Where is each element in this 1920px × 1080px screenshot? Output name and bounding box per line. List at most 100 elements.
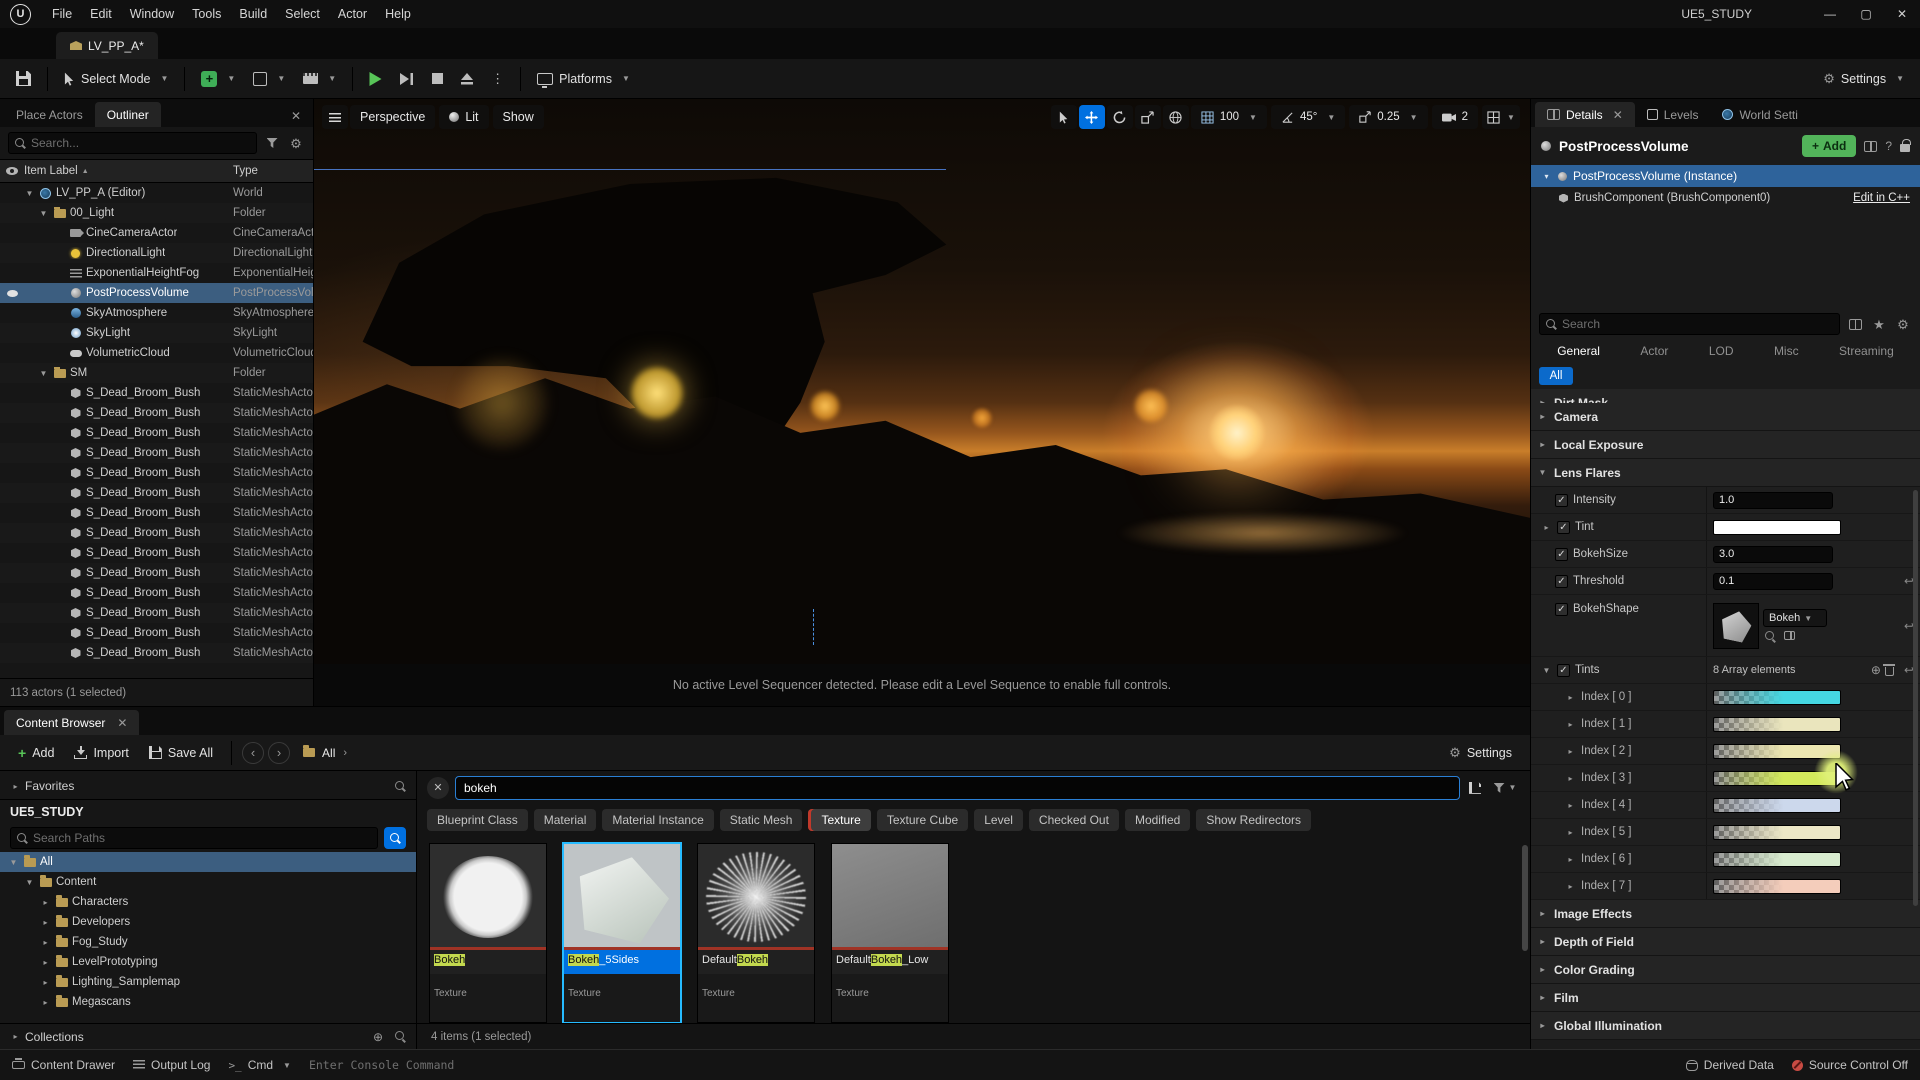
scale-tool-button[interactable] [1135, 105, 1161, 129]
outliner-row[interactable]: VolumetricCloud VolumetricCloud [0, 343, 313, 363]
tab-outliner[interactable]: Outliner [95, 102, 161, 127]
category-lens-flares[interactable]: ▼Lens Flares [1531, 459, 1920, 487]
checkbox[interactable]: ✓ [1555, 603, 1568, 616]
search-icon[interactable] [395, 1031, 406, 1042]
filter-chip[interactable]: Static Mesh [720, 809, 803, 831]
expander-arrow[interactable]: ▸ [1565, 828, 1576, 837]
checkbox[interactable]: ✓ [1555, 575, 1568, 588]
output-log-button[interactable]: Output Log [133, 1058, 210, 1072]
outliner-row[interactable]: CineCameraActor CineCameraActor [0, 223, 313, 243]
filter-chip[interactable]: Material Instance [602, 809, 713, 831]
close-button[interactable]: ✕ [1884, 0, 1920, 28]
all-filter-pill[interactable]: All [1539, 367, 1573, 385]
details-search-input[interactable] [1539, 313, 1840, 335]
expander-arrow[interactable]: ▸ [40, 918, 51, 927]
console-command-field[interactable] [309, 1058, 869, 1072]
outliner-row[interactable]: S_Dead_Broom_Bush StaticMeshActor [0, 583, 313, 603]
breadcrumb[interactable]: All [322, 746, 335, 760]
expander-arrow[interactable]: ▸ [1565, 855, 1576, 864]
folder-tree-row[interactable]: ▼ Content [0, 872, 416, 892]
tab-place-actors[interactable]: Place Actors [4, 102, 95, 127]
close-icon[interactable]: ✕ [1613, 108, 1623, 122]
outliner-settings-icon[interactable]: ⚙ [287, 134, 305, 152]
select-tool-button[interactable] [1051, 105, 1077, 129]
play-options-kebab[interactable]: ⋮ [483, 65, 512, 93]
menu-item[interactable]: Help [376, 7, 420, 21]
filter-chip[interactable]: Show Redirectors [1196, 809, 1311, 831]
expander-arrow[interactable]: ▼ [8, 858, 19, 867]
outliner-row[interactable]: S_Dead_Broom_Bush StaticMeshActor [0, 483, 313, 503]
checkbox[interactable]: ✓ [1555, 494, 1568, 507]
outliner-row[interactable]: ▼ LV_PP_A (Editor) World [0, 183, 313, 203]
search-paths-input[interactable] [10, 827, 378, 849]
filter-chip[interactable]: Material [534, 809, 597, 831]
edit-in-cpp-link[interactable]: Edit in C++ [1853, 192, 1910, 204]
category-camera[interactable]: ▸Camera [1531, 403, 1920, 431]
category-dirt-mask[interactable]: ▸Dirt Mask [1531, 389, 1920, 403]
project-section-header[interactable]: UE5_STUDY [0, 800, 416, 824]
unreal-logo[interactable]: U [10, 4, 31, 25]
bokeh-shape-thumbnail[interactable] [1713, 603, 1759, 649]
property-category[interactable]: ▸Global Illumination [1531, 1012, 1920, 1040]
property-category[interactable]: ▸Color Grading [1531, 956, 1920, 984]
back-button[interactable]: ‹ [242, 742, 264, 764]
cmd-dropdown[interactable]: >_Cmd▼ [228, 1058, 291, 1072]
expander-arrow[interactable]: ▸ [40, 938, 51, 947]
expander-arrow[interactable]: ▸ [40, 998, 51, 1007]
details-scrollbar[interactable] [1913, 490, 1918, 906]
color-swatch[interactable] [1713, 879, 1841, 894]
tab-levels[interactable]: Levels [1635, 102, 1711, 127]
cinematics-dropdown[interactable]: ▼ [295, 65, 344, 93]
expander-arrow[interactable]: ▸ [1565, 801, 1576, 810]
color-swatch[interactable] [1713, 717, 1841, 732]
play-button[interactable] [361, 65, 390, 93]
expander-arrow[interactable]: ▼ [24, 189, 35, 198]
convert-blueprint-icon[interactable] [1864, 141, 1877, 152]
item-label-column-header[interactable]: Item Label▲ [24, 165, 227, 177]
asset-search-field[interactable] [464, 781, 1451, 795]
save-all-button[interactable]: Save All [141, 740, 221, 766]
add-component-button[interactable]: +Add [1802, 135, 1856, 157]
add-array-element-icon[interactable]: ⊕ [1871, 663, 1881, 677]
visibility-eye-icon[interactable] [0, 290, 24, 297]
viewport-options-button[interactable] [322, 105, 348, 129]
details-filter-tab[interactable]: Actor [1640, 344, 1668, 358]
outliner-row[interactable]: SkyLight SkyLight [0, 323, 313, 343]
scale-snap-toggle[interactable]: 0.25▼ [1349, 105, 1427, 129]
lock-icon[interactable] [1900, 144, 1910, 152]
details-filter-tab[interactable]: General [1557, 344, 1600, 358]
view-mode-dropdown[interactable]: Lit [439, 105, 488, 129]
checkbox[interactable]: ✓ [1557, 521, 1570, 534]
color-swatch[interactable] [1713, 690, 1841, 705]
outliner-filter-icon[interactable] [263, 134, 281, 152]
outliner-row[interactable]: S_Dead_Broom_Bush StaticMeshActor [0, 543, 313, 563]
outliner-search-input[interactable] [8, 132, 257, 154]
add-actor-dropdown[interactable]: +▼ [193, 65, 243, 93]
filter-chip[interactable]: Checked Out [1029, 809, 1119, 831]
menu-item[interactable]: Edit [81, 7, 121, 21]
search-paths-field[interactable] [33, 831, 371, 845]
folder-tree-row[interactable]: ▸ Lighting_Samplemap [0, 972, 416, 992]
intensity-input[interactable]: 1.0 [1713, 492, 1833, 509]
expander-arrow[interactable]: ▸ [40, 978, 51, 987]
save-button[interactable] [8, 65, 39, 93]
asset-tile[interactable]: Bokeh_5Sides Texture [563, 843, 681, 1024]
minimize-button[interactable]: — [1812, 0, 1848, 28]
outliner-row[interactable]: S_Dead_Broom_Bush StaticMeshActor [0, 643, 313, 663]
color-swatch[interactable] [1713, 825, 1841, 840]
settings-dropdown[interactable]: ⚙ Settings▼ [1815, 65, 1912, 93]
asset-tile[interactable]: Bokeh Texture [429, 843, 547, 1024]
delete-array-icon[interactable] [1885, 667, 1894, 676]
outliner-row[interactable]: S_Dead_Broom_Bush StaticMeshActor [0, 563, 313, 583]
expander-arrow[interactable]: ▸ [40, 898, 51, 907]
maximize-button[interactable]: ▢ [1848, 0, 1884, 28]
outliner-row[interactable]: ▼ 00_Light Folder [0, 203, 313, 223]
instance-row[interactable]: ▾ PostProcessVolume (Instance) [1531, 165, 1920, 187]
outliner-row[interactable]: S_Dead_Broom_Bush StaticMeshActor [0, 383, 313, 403]
add-collection-icon[interactable]: ⊕ [373, 1030, 383, 1044]
world-space-toggle[interactable] [1163, 105, 1189, 129]
rotate-tool-button[interactable] [1107, 105, 1133, 129]
console-command-input[interactable] [309, 1058, 869, 1072]
expander-arrow[interactable]: ▼ [38, 209, 49, 218]
visibility-column-header[interactable] [0, 167, 24, 175]
